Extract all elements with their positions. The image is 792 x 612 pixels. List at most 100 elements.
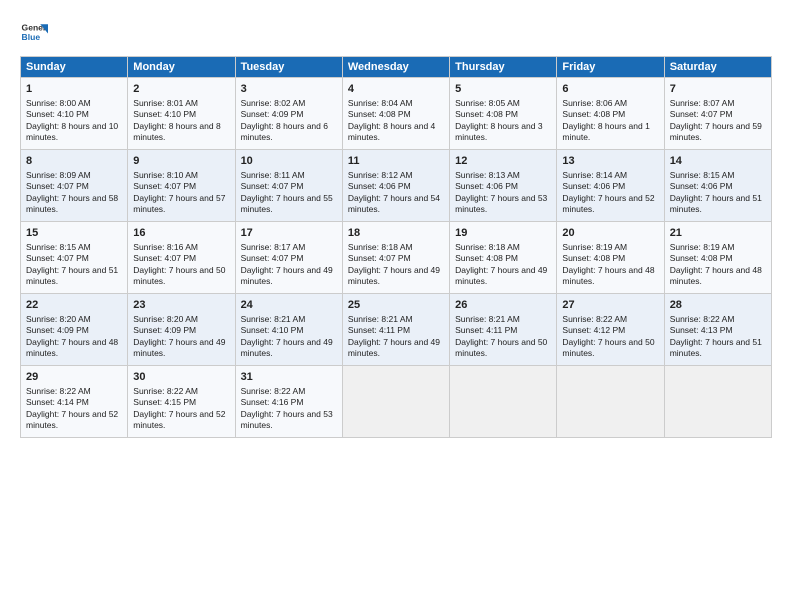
day-number: 7: [670, 82, 766, 97]
daylight: Daylight: 7 hours and 49 minutes.: [241, 337, 333, 358]
calendar-cell: 5Sunrise: 8:05 AMSunset: 4:08 PMDaylight…: [450, 78, 557, 150]
calendar-cell: 18Sunrise: 8:18 AMSunset: 4:07 PMDayligh…: [342, 222, 449, 294]
sunrise: Sunrise: 8:20 AM: [26, 314, 91, 324]
daylight: Daylight: 7 hours and 58 minutes.: [26, 193, 118, 214]
daylight: Daylight: 7 hours and 52 minutes.: [26, 409, 118, 430]
calendar-cell: [342, 366, 449, 438]
daylight: Daylight: 7 hours and 50 minutes.: [562, 337, 654, 358]
sunset: Sunset: 4:11 PM: [348, 325, 410, 335]
calendar-page: General Blue SundayMondayTuesdayWednesda…: [0, 0, 792, 612]
day-number: 29: [26, 370, 122, 385]
day-number: 19: [455, 226, 551, 241]
sunrise: Sunrise: 8:21 AM: [348, 314, 413, 324]
week-row-4: 22Sunrise: 8:20 AMSunset: 4:09 PM Dayligh…: [21, 294, 772, 366]
daylight: Daylight: 7 hours and 48 minutes.: [670, 265, 762, 286]
sunset: Sunset: 4:07 PM: [26, 181, 89, 191]
sunrise: Sunrise: 8:14 AM: [562, 170, 627, 180]
sunrise: Sunrise: 8:22 AM: [241, 386, 306, 396]
sunrise: Sunrise: 8:11 AM: [241, 170, 305, 180]
day-number: 13: [562, 154, 658, 169]
day-number: 18: [348, 226, 444, 241]
sunrise: Sunrise: 8:22 AM: [133, 386, 198, 396]
daylight: Daylight: 8 hours and 4 minutes.: [348, 121, 435, 142]
daylight: Daylight: 7 hours and 49 minutes.: [241, 265, 333, 286]
day-header-wednesday: Wednesday: [342, 57, 449, 78]
sunset: Sunset: 4:07 PM: [133, 181, 196, 191]
day-number: 28: [670, 298, 766, 313]
sunset: Sunset: 4:08 PM: [348, 109, 411, 119]
day-header-thursday: Thursday: [450, 57, 557, 78]
day-number: 6: [562, 82, 658, 97]
calendar-cell: 15Sunrise: 8:15 AMSunset: 4:07 PMDayligh…: [21, 222, 128, 294]
daylight: Daylight: 7 hours and 53 minutes.: [241, 409, 333, 430]
day-number: 24: [241, 298, 337, 313]
calendar-cell: 17Sunrise: 8:17 AMSunset: 4:07 PMDayligh…: [235, 222, 342, 294]
sunset: Sunset: 4:07 PM: [26, 253, 89, 263]
sunset: Sunset: 4:16 PM: [241, 397, 304, 407]
sunset: Sunset: 4:07 PM: [241, 253, 304, 263]
daylight: Daylight: 7 hours and 50 minutes.: [455, 337, 547, 358]
sunset: Sunset: 4:07 PM: [241, 181, 304, 191]
day-number: 25: [348, 298, 444, 313]
svg-text:Blue: Blue: [22, 32, 41, 42]
sunrise: Sunrise: 8:19 AM: [670, 242, 735, 252]
calendar-table: SundayMondayTuesdayWednesdayThursdayFrid…: [20, 56, 772, 438]
day-number: 4: [348, 82, 444, 97]
daylight: Daylight: 7 hours and 50 minutes.: [133, 265, 225, 286]
day-number: 15: [26, 226, 122, 241]
daylight: Daylight: 7 hours and 49 minutes.: [455, 265, 547, 286]
calendar-cell: 27Sunrise: 8:22 AMSunset: 4:12 PMDayligh…: [557, 294, 664, 366]
calendar-cell: 10Sunrise: 8:11 AMSunset: 4:07 PMDayligh…: [235, 150, 342, 222]
calendar-cell: 13Sunrise: 8:14 AMSunset: 4:06 PMDayligh…: [557, 150, 664, 222]
sunrise: Sunrise: 8:19 AM: [562, 242, 627, 252]
calendar-cell: 29Sunrise: 8:22 AMSunset: 4:14 PMDayligh…: [21, 366, 128, 438]
sunrise: Sunrise: 8:22 AM: [670, 314, 735, 324]
sunrise: Sunrise: 8:15 AM: [26, 242, 91, 252]
sunset: Sunset: 4:06 PM: [562, 181, 625, 191]
calendar-header: SundayMondayTuesdayWednesdayThursdayFrid…: [21, 57, 772, 78]
daylight: Daylight: 8 hours and 1 minute.: [562, 121, 649, 142]
logo-icon: General Blue: [20, 18, 48, 46]
daylight: Daylight: 7 hours and 51 minutes.: [670, 337, 762, 358]
sunset: Sunset: 4:15 PM: [133, 397, 196, 407]
day-number: 31: [241, 370, 337, 385]
sunset: Sunset: 4:06 PM: [348, 181, 411, 191]
sunset: Sunset: 4:08 PM: [455, 253, 518, 263]
day-number: 21: [670, 226, 766, 241]
day-number: 2: [133, 82, 229, 97]
daylight: Daylight: 7 hours and 53 minutes.: [455, 193, 547, 214]
day-number: 3: [241, 82, 337, 97]
calendar-cell: 16Sunrise: 8:16 AMSunset: 4:07 PMDayligh…: [128, 222, 235, 294]
sunrise: Sunrise: 8:09 AM: [26, 170, 91, 180]
day-number: 10: [241, 154, 337, 169]
daylight: Daylight: 7 hours and 49 minutes.: [348, 337, 440, 358]
day-number: 5: [455, 82, 551, 97]
day-header-tuesday: Tuesday: [235, 57, 342, 78]
daylight: Daylight: 7 hours and 51 minutes.: [670, 193, 762, 214]
calendar-cell: 21Sunrise: 8:19 AMSunset: 4:08 PMDayligh…: [664, 222, 771, 294]
daylight: Daylight: 7 hours and 48 minutes.: [26, 337, 118, 358]
calendar-cell: 19Sunrise: 8:18 AMSunset: 4:08 PMDayligh…: [450, 222, 557, 294]
sunset: Sunset: 4:08 PM: [562, 253, 625, 263]
week-row-3: 15Sunrise: 8:15 AMSunset: 4:07 PMDayligh…: [21, 222, 772, 294]
week-row-5: 29Sunrise: 8:22 AMSunset: 4:14 PMDayligh…: [21, 366, 772, 438]
calendar-cell: 20Sunrise: 8:19 AMSunset: 4:08 PMDayligh…: [557, 222, 664, 294]
sunrise: Sunrise: 8:21 AM: [455, 314, 520, 324]
calendar-cell: [664, 366, 771, 438]
day-number: 1: [26, 82, 122, 97]
sunset: Sunset: 4:09 PM: [26, 325, 89, 335]
sunrise: Sunrise: 8:18 AM: [348, 242, 413, 252]
sunrise: Sunrise: 8:21 AM: [241, 314, 306, 324]
calendar-cell: 12Sunrise: 8:13 AMSunset: 4:06 PMDayligh…: [450, 150, 557, 222]
sunrise: Sunrise: 8:22 AM: [562, 314, 627, 324]
sunrise: Sunrise: 8:15 AM: [670, 170, 735, 180]
daylight: Daylight: 7 hours and 54 minutes.: [348, 193, 440, 214]
calendar-cell: 30Sunrise: 8:22 AMSunset: 4:15 PMDayligh…: [128, 366, 235, 438]
sunrise: Sunrise: 8:16 AM: [133, 242, 198, 252]
calendar-cell: 3Sunrise: 8:02 AMSunset: 4:09 PMDaylight…: [235, 78, 342, 150]
day-number: 22: [26, 298, 122, 313]
calendar-cell: 25Sunrise: 8:21 AMSunset: 4:11 PM Dayligh…: [342, 294, 449, 366]
day-number: 23: [133, 298, 229, 313]
day-number: 17: [241, 226, 337, 241]
page-header: General Blue: [20, 18, 772, 46]
